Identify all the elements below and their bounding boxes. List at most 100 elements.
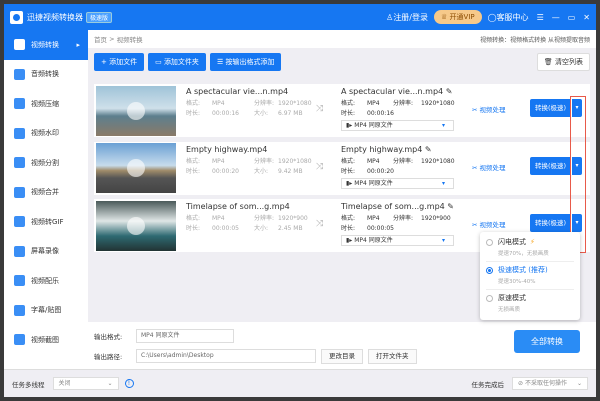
output-path-input[interactable]: C:\Users\admin\Desktop	[136, 349, 316, 363]
output-format-dropdown[interactable]: ▮▸ MP4 同原文件	[341, 235, 454, 246]
video-process-button[interactable]: ✂ 视频处理	[472, 219, 506, 229]
sidebar-item-label: 视频合并	[31, 188, 59, 197]
resolution-value: 1920*900	[421, 215, 451, 222]
output-path-label: 输出路径:	[94, 353, 123, 361]
sidebar-item[interactable]: 视频水印	[4, 119, 88, 149]
chevron-right-icon: ▸	[76, 40, 80, 49]
video-process-label: 视频处理	[479, 163, 506, 172]
duration-label: 时长:	[341, 110, 356, 117]
format-value: MP4	[212, 157, 225, 165]
format-label: 格式:	[341, 100, 356, 107]
sidebar-item-label: 视频水印	[31, 129, 59, 138]
sidebar-item-label: 视频压缩	[31, 99, 59, 108]
output-format-select[interactable]: MP4 同原文件	[136, 329, 234, 343]
video-process-button[interactable]: ✂ 视频处理	[472, 104, 506, 114]
size-value: 9.42 MB	[278, 167, 303, 175]
after-task-select[interactable]: ⊘ 不采取任何操作 ⌄	[512, 377, 588, 390]
video-thumbnail[interactable]	[96, 200, 176, 251]
mode-subtitle: 提速70%，无损画质	[498, 251, 549, 257]
source-info: A spectacular vie...n.mp4 格式: MP4 分辨率: 1920…	[186, 87, 312, 119]
mode-title: 极速模式 (推荐)	[498, 266, 548, 274]
radio-icon[interactable]	[486, 266, 493, 274]
duration-value: 00:00:16	[367, 110, 394, 117]
play-icon[interactable]	[127, 101, 145, 120]
minimize-icon[interactable]: —	[552, 13, 560, 22]
size-label: 大小:	[254, 225, 269, 232]
sidebar-item[interactable]: 视频转换 ▸	[4, 30, 88, 60]
sidebar-item-icon	[14, 245, 25, 257]
close-icon[interactable]: ✕	[583, 13, 590, 22]
size-value: 2.45 MB	[278, 225, 303, 232]
login-link[interactable]: 注册/登录	[393, 12, 428, 23]
sidebar-item[interactable]: 视频合并	[4, 178, 88, 208]
edit-icon[interactable]: ✎	[447, 202, 454, 211]
sidebar-item-icon	[14, 275, 25, 287]
video-process-label: 视频处理	[479, 221, 506, 229]
sidebar-item-label: 视频配乐	[31, 276, 59, 285]
multithread-value: 关闭	[58, 380, 71, 387]
sidebar-item[interactable]: 视频转GIF	[4, 207, 88, 237]
mode-option[interactable]: 原速模式 无损画质	[486, 290, 574, 318]
format-label: 格式:	[186, 157, 201, 165]
convert-all-button[interactable]: 全部转换	[514, 330, 580, 353]
radio-icon[interactable]	[486, 238, 493, 246]
edit-icon[interactable]: ✎	[425, 145, 432, 154]
sidebar-item-label: 屏幕录像	[31, 247, 59, 256]
duration-label: 时长:	[186, 110, 201, 117]
source-name: Timelapse of som...g.mp4	[186, 202, 290, 211]
add-by-format-button[interactable]: ☰ 按输出格式添加	[209, 53, 282, 71]
resolution-value: 1920*1080	[421, 157, 455, 165]
add-file-button[interactable]: + 添加文件	[94, 53, 145, 71]
output-name: Timelapse of som...g.mp4	[341, 202, 445, 211]
open-folder-button[interactable]: 打开文件夹	[368, 348, 417, 364]
edit-icon[interactable]: ✎	[446, 87, 453, 96]
sidebar-item[interactable]: 视频分割	[4, 148, 88, 178]
after-task-label: 任务完成后	[471, 380, 505, 389]
clear-list-button[interactable]: 🗑 清空列表	[536, 53, 590, 71]
duration-label: 时长:	[341, 225, 356, 232]
format-value: MP4	[367, 100, 380, 107]
breadcrumb-home[interactable]: 首页	[94, 34, 107, 44]
convert-button[interactable]: 转换(极速)	[530, 156, 571, 175]
output-info: Timelapse of som...g.mp4 ✎ 格式: MP4 分辨率: 192…	[341, 202, 454, 246]
radio-icon[interactable]	[486, 294, 493, 302]
convert-button[interactable]: 转换(极速)	[530, 214, 571, 232]
crown-icon: ♕	[441, 13, 450, 21]
mode-title: 原速模式	[498, 294, 526, 302]
sidebar-item[interactable]: 音频转换	[4, 60, 88, 90]
sidebar-item[interactable]: 视频配乐	[4, 266, 88, 296]
format-label: 格式:	[341, 157, 356, 165]
sidebar-item[interactable]: 视频压缩	[4, 89, 88, 119]
video-thumbnail[interactable]	[96, 143, 176, 193]
sidebar-item-icon	[14, 39, 25, 51]
change-dir-button[interactable]: 更改目录	[321, 348, 363, 364]
mode-option[interactable]: 极速模式 (推荐) 提速30%-40%	[486, 262, 574, 290]
duration-value: 00:00:20	[212, 167, 239, 175]
sidebar-item-icon	[14, 68, 25, 80]
format-label: 格式:	[341, 215, 356, 222]
sidebar-item-label: 视频截图	[31, 335, 59, 344]
play-icon[interactable]	[127, 159, 145, 177]
size-label: 大小:	[254, 167, 269, 175]
mode-option[interactable]: 闪电模式 ⚡ 提速70%，无损画质	[486, 234, 574, 262]
output-info: A spectacular vie...n.mp4 ✎ 格式: MP4 分辨率: 19…	[341, 87, 455, 131]
video-thumbnail[interactable]	[96, 85, 176, 136]
video-process-button[interactable]: ✂ 视频处理	[472, 162, 506, 172]
convert-button[interactable]: 转换(极速)	[530, 99, 571, 117]
output-format-dropdown[interactable]: ▮▸ MP4 同原文件	[341, 120, 454, 131]
sidebar-item-icon	[14, 127, 25, 139]
menu-icon[interactable]: ☰	[537, 13, 544, 22]
after-task-value: ⊘ 不采取任何操作	[518, 380, 567, 387]
output-format-dropdown[interactable]: ▮▸ MP4 同原文件	[341, 177, 454, 189]
info-icon[interactable]: !	[124, 379, 134, 388]
service-link[interactable]: 客服中心	[497, 12, 529, 23]
sidebar-item[interactable]: 屏幕录像	[4, 237, 88, 267]
add-folder-button[interactable]: ▭ 添加文件夹	[148, 53, 206, 71]
maximize-icon[interactable]: ▭	[568, 13, 576, 22]
sidebar-item[interactable]: 字幕/贴图	[4, 296, 88, 326]
vip-button[interactable]: ♕ 开通VIP	[434, 10, 482, 24]
sidebar-item-icon	[14, 304, 25, 316]
play-icon[interactable]	[127, 216, 145, 235]
sidebar-item[interactable]: 视频截图	[4, 325, 88, 355]
multithread-select[interactable]: 关闭 ⌄	[52, 377, 119, 390]
